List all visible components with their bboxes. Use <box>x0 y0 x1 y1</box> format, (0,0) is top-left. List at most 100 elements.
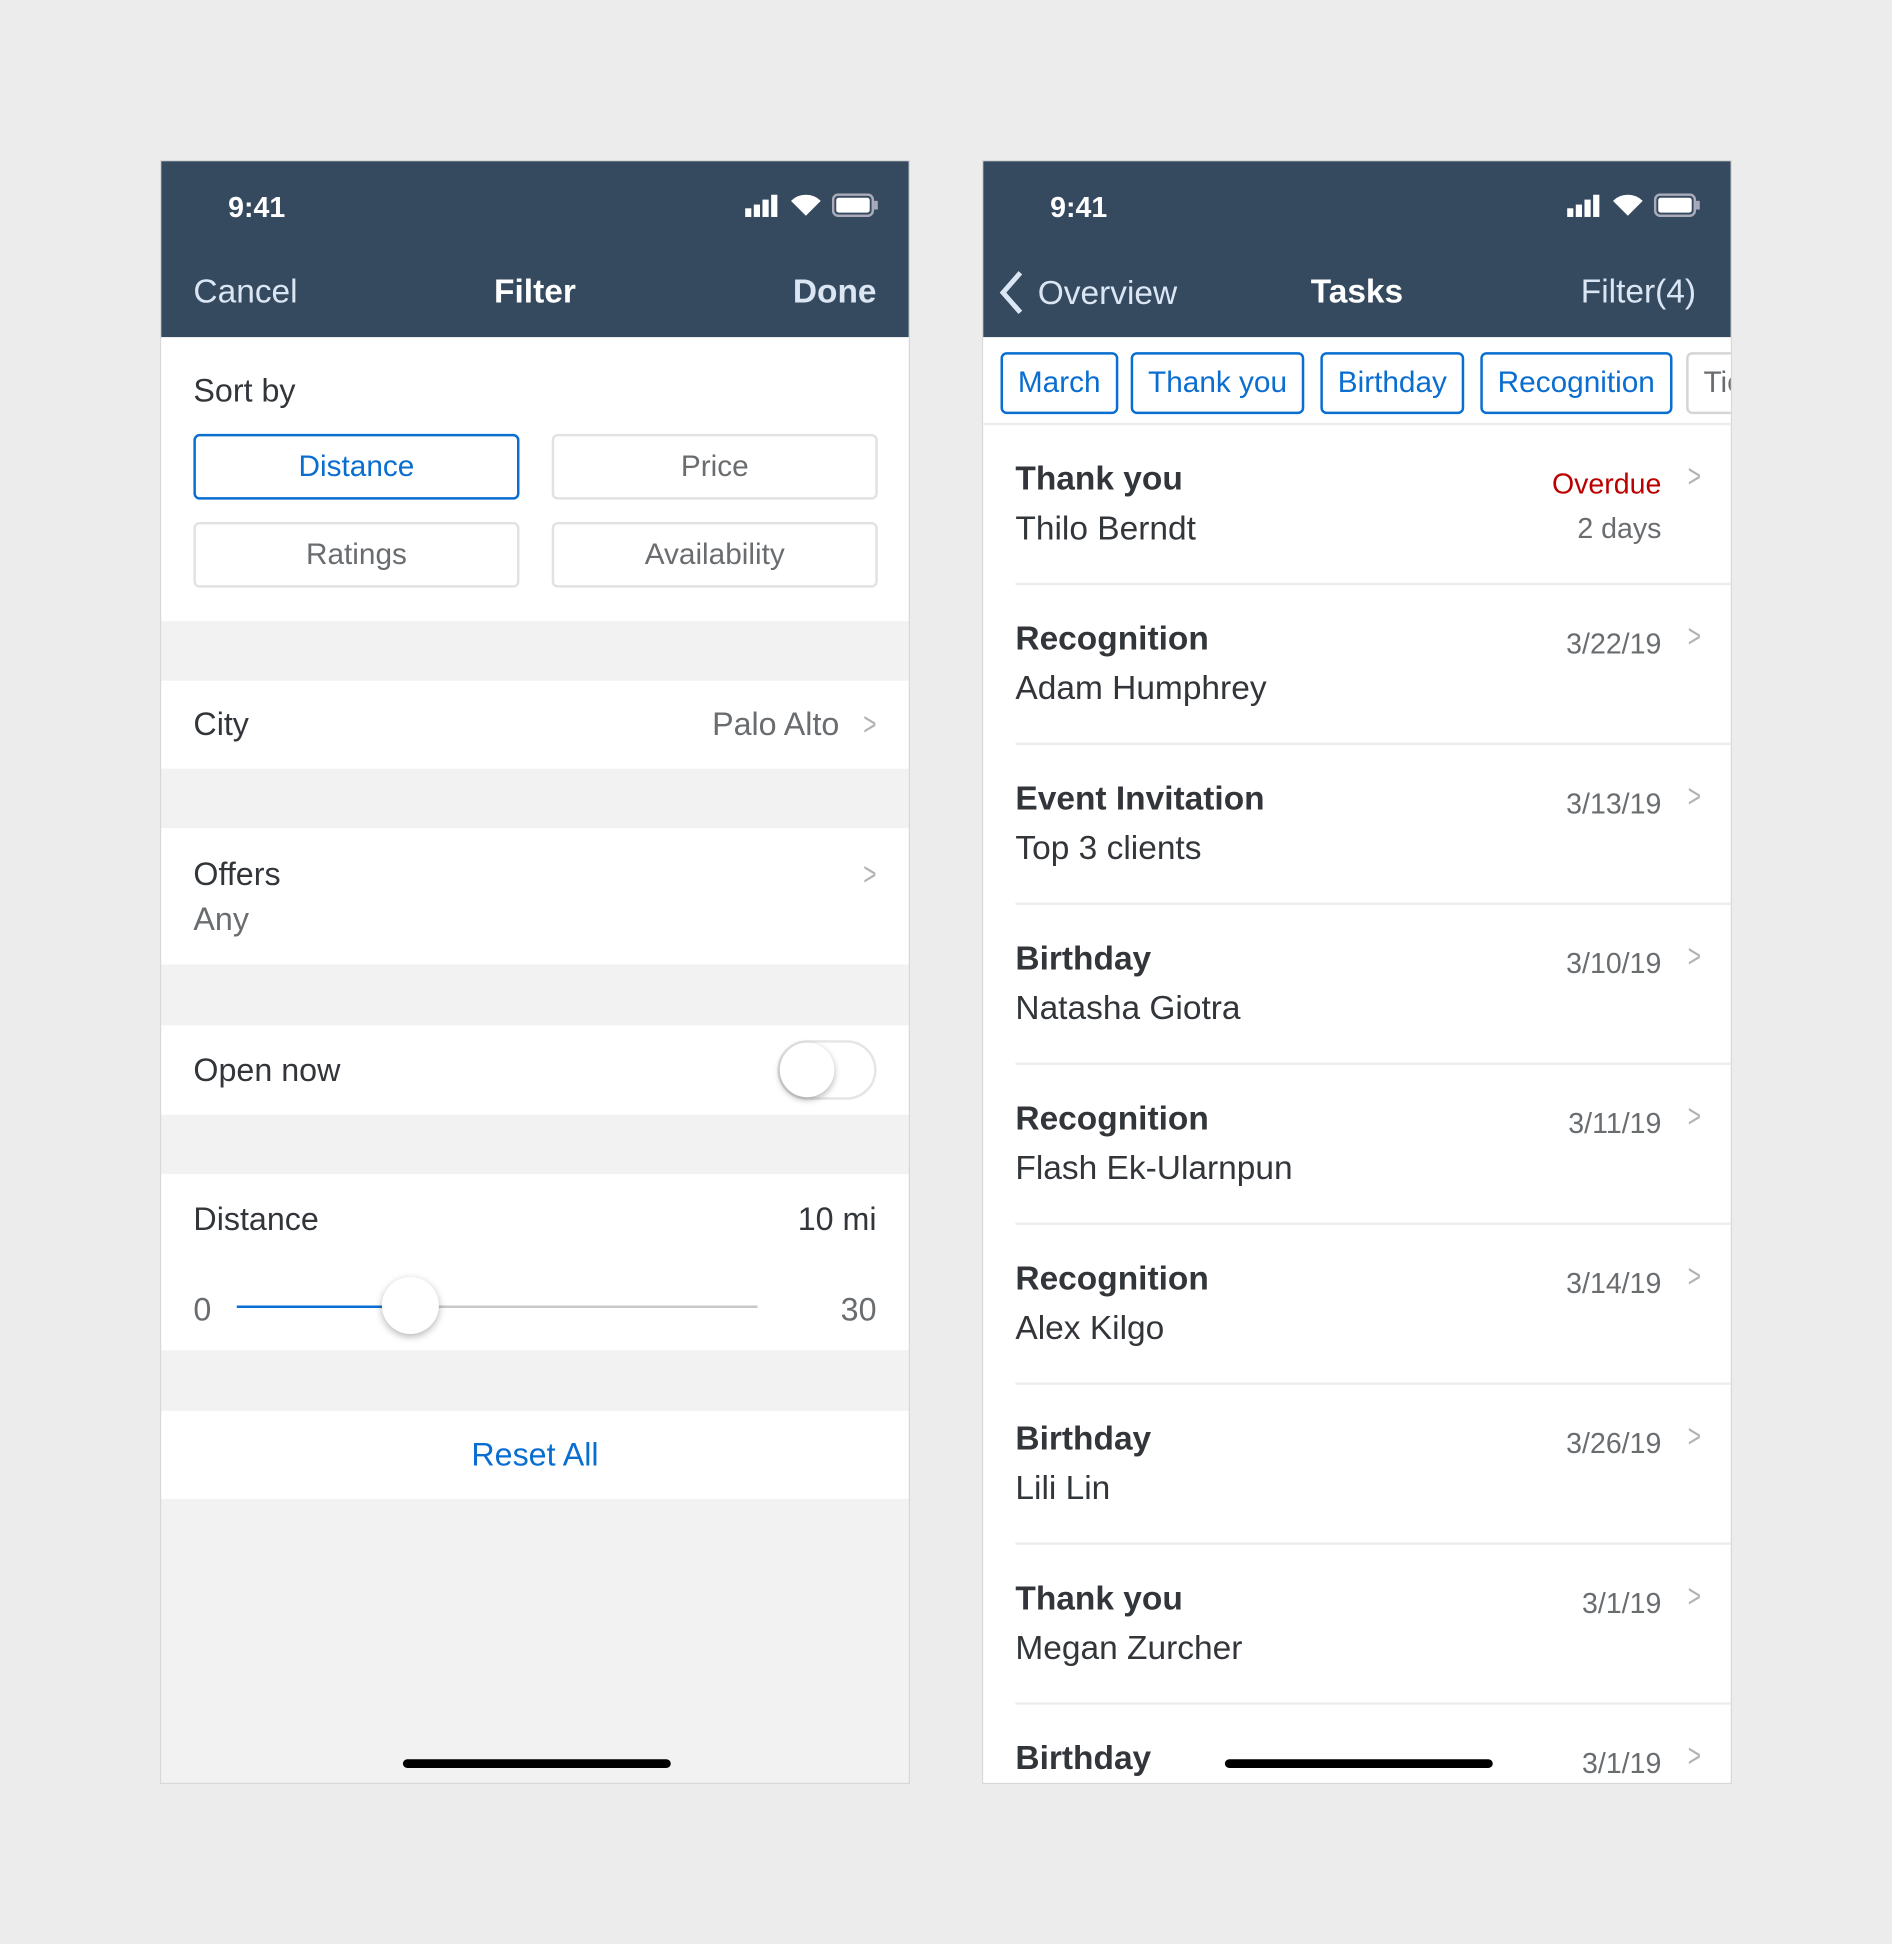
chip-thank-you[interactable]: Thank you <box>1130 352 1305 415</box>
task-subtitle: Thilo Berndt <box>1015 509 1196 547</box>
open-now-row: Open now <box>161 1025 909 1115</box>
offers-row[interactable]: Offers Any > <box>161 828 909 965</box>
toggle-knob <box>779 1042 835 1098</box>
offers-value: Any <box>193 900 249 938</box>
sort-availability-button[interactable]: Availability <box>551 521 878 588</box>
tasks-header: 9:41 Tasks Overview Filter(4) <box>983 161 1731 338</box>
tasks-screen: 9:41 Tasks Overview Filter(4) March Than… <box>981 159 1733 1785</box>
distance-slider[interactable] <box>236 1276 758 1335</box>
task-date: 3/26/19 <box>1566 1427 1662 1460</box>
task-date: 3/13/19 <box>1566 787 1662 820</box>
task-date: 3/22/19 <box>1566 627 1662 660</box>
task-row[interactable]: Birthday 3/1/19 > <box>983 1705 1731 1783</box>
slider-min-label: 0 <box>193 1290 212 1328</box>
task-subtitle: Lili Lin <box>1015 1469 1111 1507</box>
task-title: Thank you <box>1015 459 1183 498</box>
task-title: Recognition <box>1015 1259 1209 1297</box>
offers-label: Offers <box>193 855 281 893</box>
home-indicator[interactable] <box>402 1759 671 1768</box>
open-now-label: Open now <box>193 1051 341 1089</box>
slider-handle[interactable] <box>381 1276 439 1335</box>
filter-button[interactable]: Filter(4) <box>1581 273 1696 311</box>
sort-price-button[interactable]: Price <box>551 433 878 500</box>
task-title: Thank you <box>1015 1579 1183 1617</box>
task-title: Recognition <box>1015 619 1209 658</box>
chevron-right-icon: > <box>1687 1097 1701 1135</box>
task-status: Overdue <box>1551 467 1662 500</box>
status-time: 9:41 <box>1050 190 1108 224</box>
chevron-right-icon: > <box>1687 1257 1701 1295</box>
task-row[interactable]: Recognition Adam Humphrey 3/22/19 > <box>983 585 1731 746</box>
slider-max-label: 30 <box>840 1290 877 1328</box>
chevron-right-icon: > <box>1687 1577 1701 1615</box>
reset-all-button[interactable]: Reset All <box>161 1436 909 1474</box>
task-subtitle: Flash Ek-Ularnpun <box>1015 1149 1293 1187</box>
chevron-right-icon: > <box>1687 777 1701 815</box>
task-row[interactable]: Thank you Megan Zurcher 3/1/19 > <box>983 1545 1731 1705</box>
distance-value: 10 mi <box>797 1200 877 1238</box>
task-title: Birthday <box>1015 1739 1152 1777</box>
chip-birthday[interactable]: Birthday <box>1320 352 1465 415</box>
task-row[interactable]: Thank you Thilo Berndt Overdue 2 days > <box>983 425 1731 586</box>
chip-march[interactable]: March <box>1000 352 1118 415</box>
wifi-icon <box>790 194 821 216</box>
distance-label: Distance <box>193 1200 319 1238</box>
task-title: Event Invitation <box>1015 779 1265 818</box>
status-icons <box>1567 193 1701 217</box>
task-date: 3/10/19 <box>1566 947 1662 980</box>
sort-ratings-button[interactable]: Ratings <box>193 521 520 588</box>
task-date: 3/14/19 <box>1566 1267 1662 1300</box>
chevron-right-icon: > <box>1687 457 1701 495</box>
city-label: City <box>193 705 249 743</box>
chip-bar: March Thank you Birthday Recognition Tie <box>983 337 1731 426</box>
sort-by-section: Sort by Distance Price Ratings Availabil… <box>161 337 909 622</box>
chip-recognition[interactable]: Recognition <box>1480 352 1673 415</box>
signal-icon <box>745 194 778 217</box>
task-row[interactable]: Event Invitation Top 3 clients 3/13/19 > <box>983 745 1731 906</box>
battery-icon <box>1653 193 1700 217</box>
sort-distance-button[interactable]: Distance <box>193 433 520 500</box>
task-title: Birthday <box>1015 939 1152 977</box>
chevron-right-icon: > <box>1687 617 1701 655</box>
task-row[interactable]: Recognition Flash Ek-Ularnpun 3/11/19 > <box>983 1065 1731 1225</box>
city-value: Palo Alto <box>712 705 840 743</box>
reset-row: Reset All <box>161 1410 909 1499</box>
back-button[interactable]: Overview <box>998 270 1177 315</box>
chip-tie[interactable]: Tie <box>1686 352 1731 415</box>
task-title: Recognition <box>1015 1099 1209 1137</box>
status-time: 9:41 <box>228 190 286 224</box>
task-title: Birthday <box>1015 1419 1152 1457</box>
back-label: Overview <box>1037 273 1178 311</box>
done-button[interactable]: Done <box>793 273 877 311</box>
task-row[interactable]: Birthday Natasha Giotra 3/10/19 > <box>983 905 1731 1065</box>
wifi-icon <box>1612 194 1643 216</box>
cancel-button[interactable]: Cancel <box>193 273 297 311</box>
task-subtitle: Alex Kilgo <box>1015 1309 1165 1347</box>
open-now-toggle[interactable] <box>777 1040 877 1100</box>
signal-icon <box>1567 194 1600 217</box>
status-icons <box>745 193 879 217</box>
task-subtitle: Natasha Giotra <box>1015 989 1241 1027</box>
city-row[interactable]: City Palo Alto > <box>161 680 909 769</box>
home-indicator[interactable] <box>1224 1759 1493 1768</box>
chevron-left-icon <box>999 271 1023 315</box>
sort-by-label: Sort by <box>193 371 296 410</box>
chevron-right-icon: > <box>1687 1417 1701 1455</box>
task-date: 3/1/19 <box>1582 1746 1662 1780</box>
task-subtitle: Top 3 clients <box>1015 829 1202 867</box>
task-row[interactable]: Recognition Alex Kilgo 3/14/19 > <box>983 1225 1731 1385</box>
filter-screen: 9:41 Filter Cancel Done Sort by Distance… <box>159 159 911 1785</box>
filter-header: 9:41 Filter Cancel Done <box>161 161 909 338</box>
distance-section: Distance 10 mi 0 30 <box>161 1174 909 1351</box>
chevron-right-icon: > <box>1687 937 1701 975</box>
chevron-right-icon: > <box>1687 1736 1701 1775</box>
chevron-right-icon: > <box>863 855 877 893</box>
battery-icon <box>831 193 878 217</box>
chevron-right-icon: > <box>863 705 877 743</box>
task-row[interactable]: Birthday Lili Lin 3/26/19 > <box>983 1385 1731 1545</box>
task-subtitle: Megan Zurcher <box>1015 1629 1243 1667</box>
task-date: 3/1/19 <box>1582 1586 1662 1620</box>
task-date: 3/11/19 <box>1568 1107 1662 1140</box>
task-subtitle: Adam Humphrey <box>1015 669 1267 707</box>
task-detail: 2 days <box>1577 512 1662 545</box>
